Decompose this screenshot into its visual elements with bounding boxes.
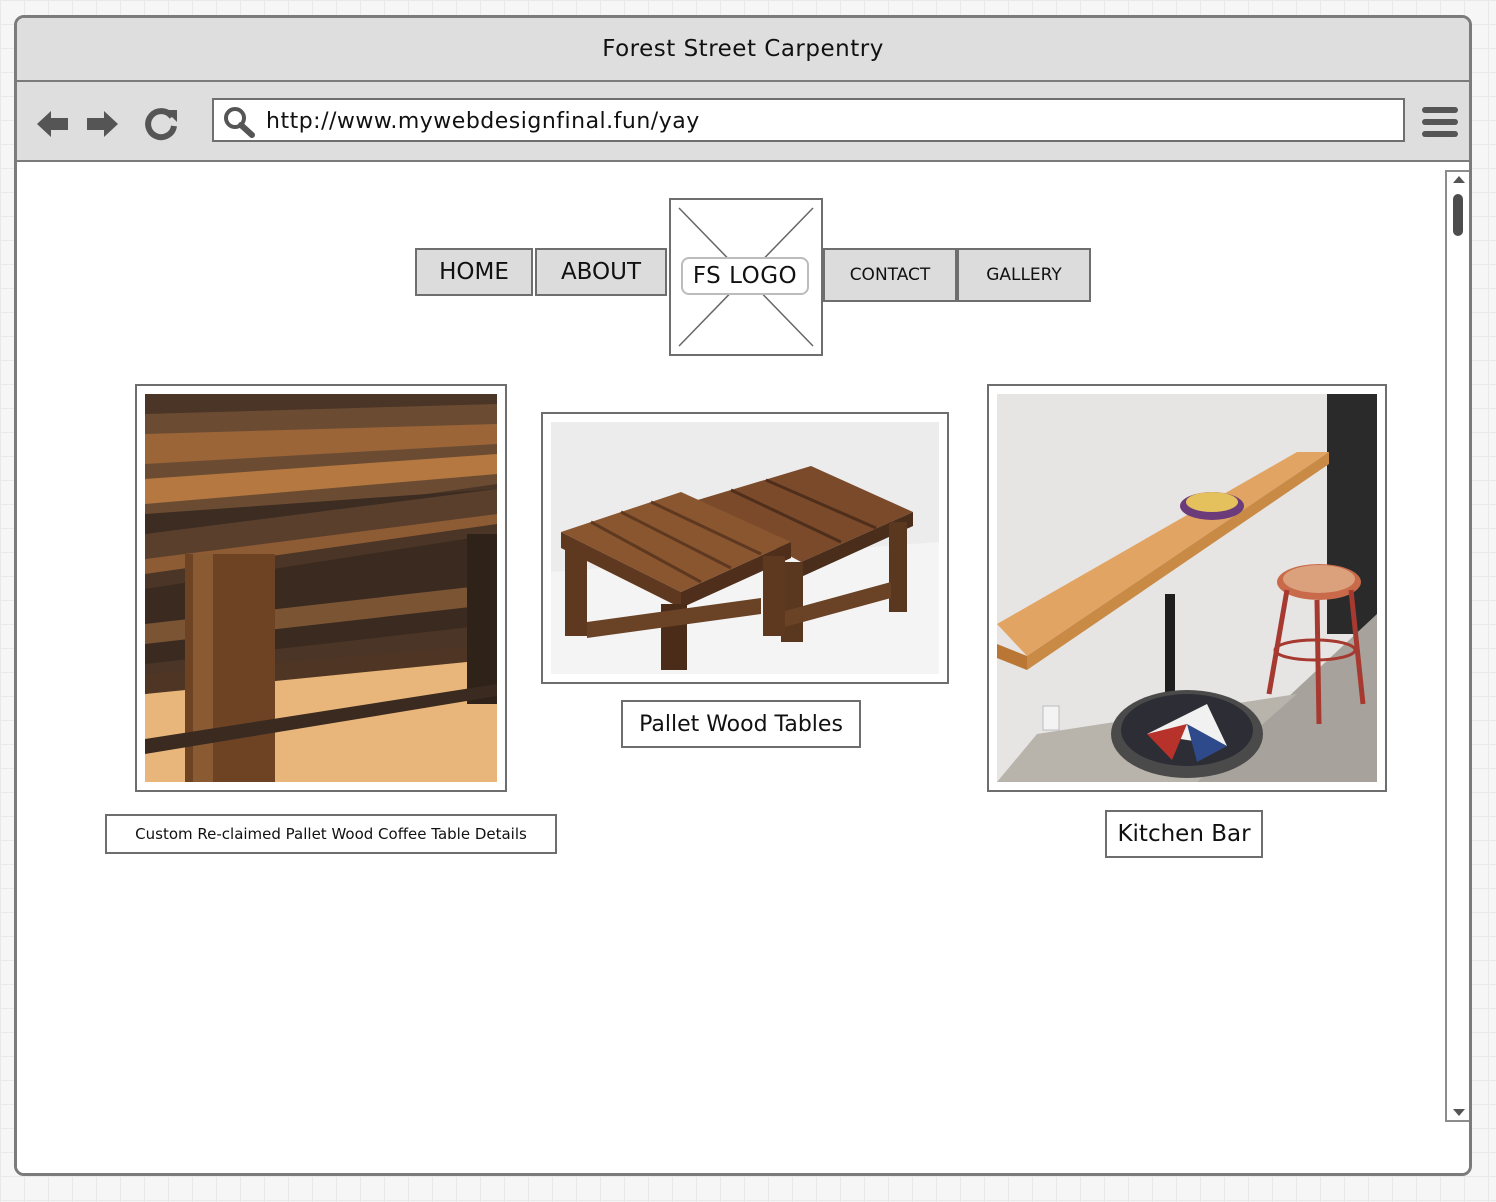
back-button[interactable] — [33, 104, 73, 144]
forward-button[interactable] — [82, 104, 122, 144]
window-title-bar: Forest Street Carpentry — [17, 18, 1469, 82]
scroll-up-icon[interactable] — [1452, 175, 1466, 185]
address-bar[interactable] — [212, 98, 1405, 142]
caption-text: Kitchen Bar — [1117, 821, 1251, 847]
search-icon — [224, 107, 255, 138]
caption-kitchen-bar: Kitchen Bar — [1105, 810, 1263, 858]
page-content: HOME ABOUT FS LOGO CONTACT GALLERY Custo… — [17, 162, 1469, 1173]
coffee-table-detail-image — [145, 394, 497, 782]
nav-gallery-label: GALLERY — [986, 265, 1062, 285]
gallery-photo-pallet-wood-tables[interactable] — [541, 412, 949, 684]
window-title: Forest Street Carpentry — [602, 36, 884, 62]
caption-coffee-table-detail: Custom Re-claimed Pallet Wood Coffee Tab… — [105, 814, 557, 854]
arrow-right-icon — [87, 111, 118, 137]
caption-pallet-wood-tables: Pallet Wood Tables — [621, 700, 861, 748]
nav-about-button[interactable]: ABOUT — [535, 248, 667, 296]
hamburger-menu-icon — [1422, 107, 1458, 137]
vertical-scrollbar[interactable] — [1445, 170, 1469, 1122]
scrollbar-thumb[interactable] — [1453, 194, 1463, 236]
url-input[interactable] — [264, 105, 1388, 137]
caption-text: Custom Re-claimed Pallet Wood Coffee Tab… — [135, 825, 527, 843]
logo-placeholder[interactable]: FS LOGO — [669, 198, 823, 356]
nav-contact-label: CONTACT — [849, 265, 931, 285]
browser-toolbar — [17, 82, 1469, 162]
gallery-photo-kitchen-bar[interactable] — [987, 384, 1387, 792]
arrow-left-icon — [37, 111, 68, 137]
reload-button[interactable] — [141, 104, 181, 144]
nav-home-label: HOME — [439, 259, 509, 285]
logo-text: FS LOGO — [692, 263, 798, 289]
hamburger-menu-button[interactable] — [1421, 104, 1459, 140]
nav-contact-button[interactable]: CONTACT — [823, 248, 957, 302]
logo-label: FS LOGO — [681, 257, 809, 295]
caption-text: Pallet Wood Tables — [639, 711, 843, 737]
kitchen-bar-image — [997, 394, 1377, 782]
nav-home-button[interactable]: HOME — [415, 248, 533, 296]
nav-about-label: ABOUT — [560, 259, 642, 285]
gallery-photo-coffee-table-detail[interactable] — [135, 384, 507, 792]
scroll-down-icon[interactable] — [1452, 1107, 1466, 1117]
reload-icon — [145, 108, 177, 141]
browser-window: Forest Street Carpentry http://www.myweb… — [14, 15, 1472, 1176]
pallet-wood-tables-image — [551, 422, 939, 674]
nav-gallery-button[interactable]: GALLERY — [957, 248, 1091, 302]
